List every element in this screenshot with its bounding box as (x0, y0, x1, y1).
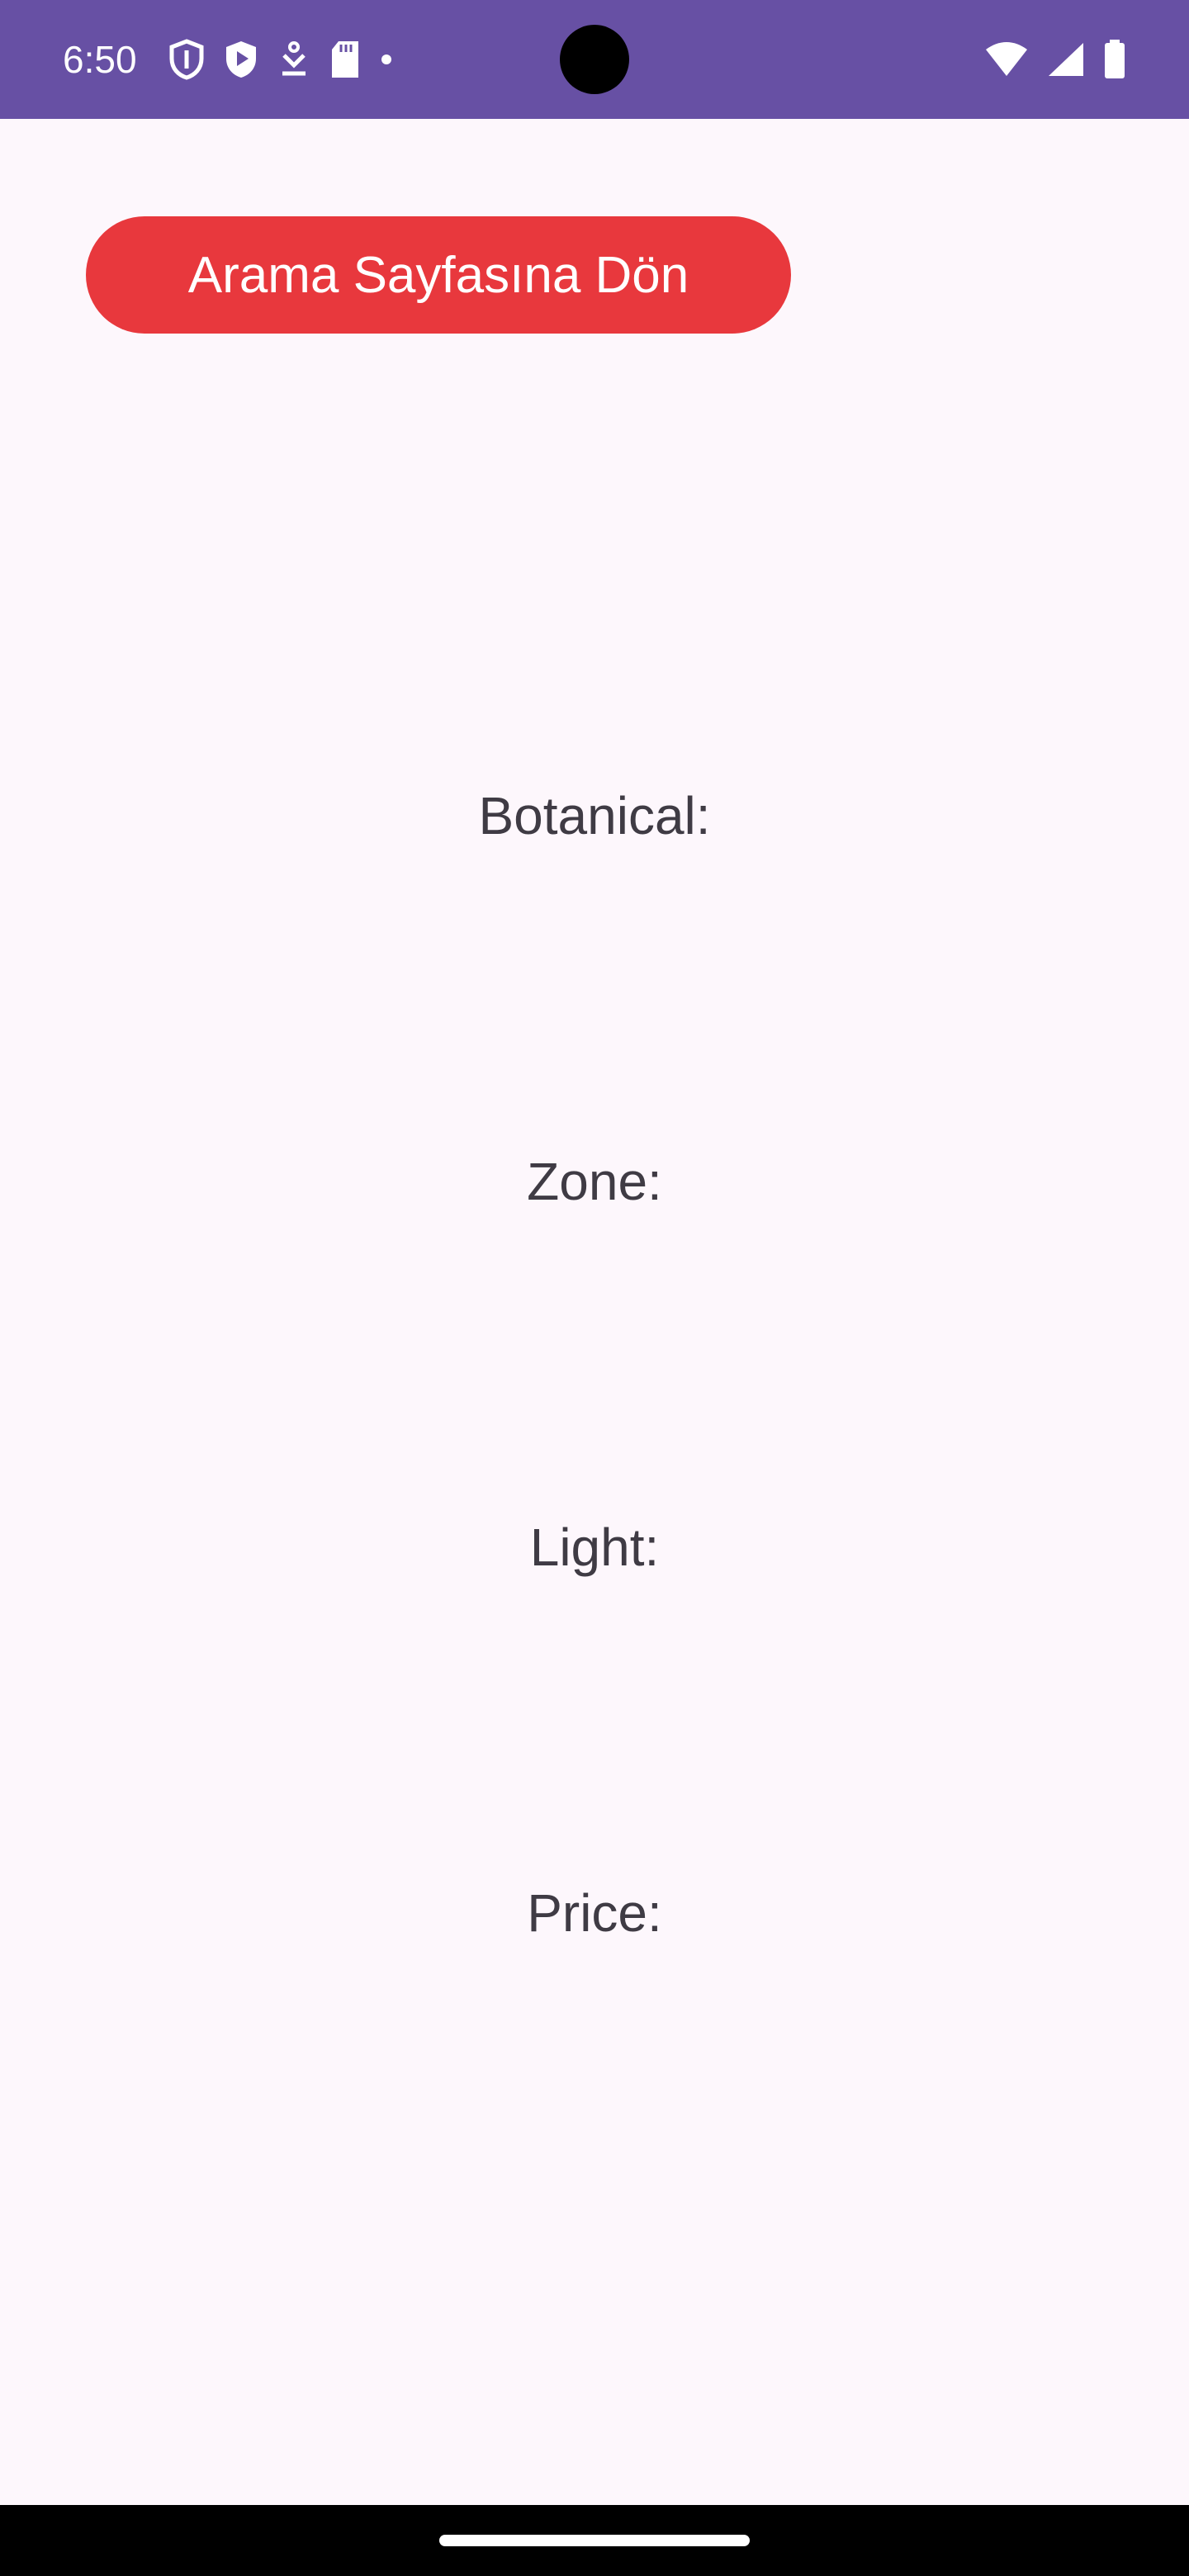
status-time: 6:50 (63, 38, 137, 81)
zone-label: Zone: (527, 1152, 662, 1211)
wifi-icon (984, 41, 1029, 78)
battery-icon (1103, 40, 1126, 79)
status-icons-right (984, 36, 1126, 83)
back-to-search-button[interactable]: Arama Sayfasına Dön (86, 216, 791, 334)
status-icons-left (168, 36, 393, 83)
download-icon (277, 40, 310, 78)
home-gesture-handle[interactable] (439, 2535, 750, 2546)
navigation-bar (0, 2505, 1189, 2576)
light-label: Light: (529, 1518, 660, 1577)
shield-outline-icon (168, 39, 205, 80)
cellular-signal-icon (1047, 41, 1085, 78)
camera-cutout (560, 25, 629, 94)
dot-icon (380, 53, 393, 66)
price-label: Price: (527, 1883, 662, 1943)
sd-card-icon (329, 40, 362, 79)
botanical-label: Botanical: (478, 786, 711, 845)
play-protect-icon (223, 39, 259, 80)
